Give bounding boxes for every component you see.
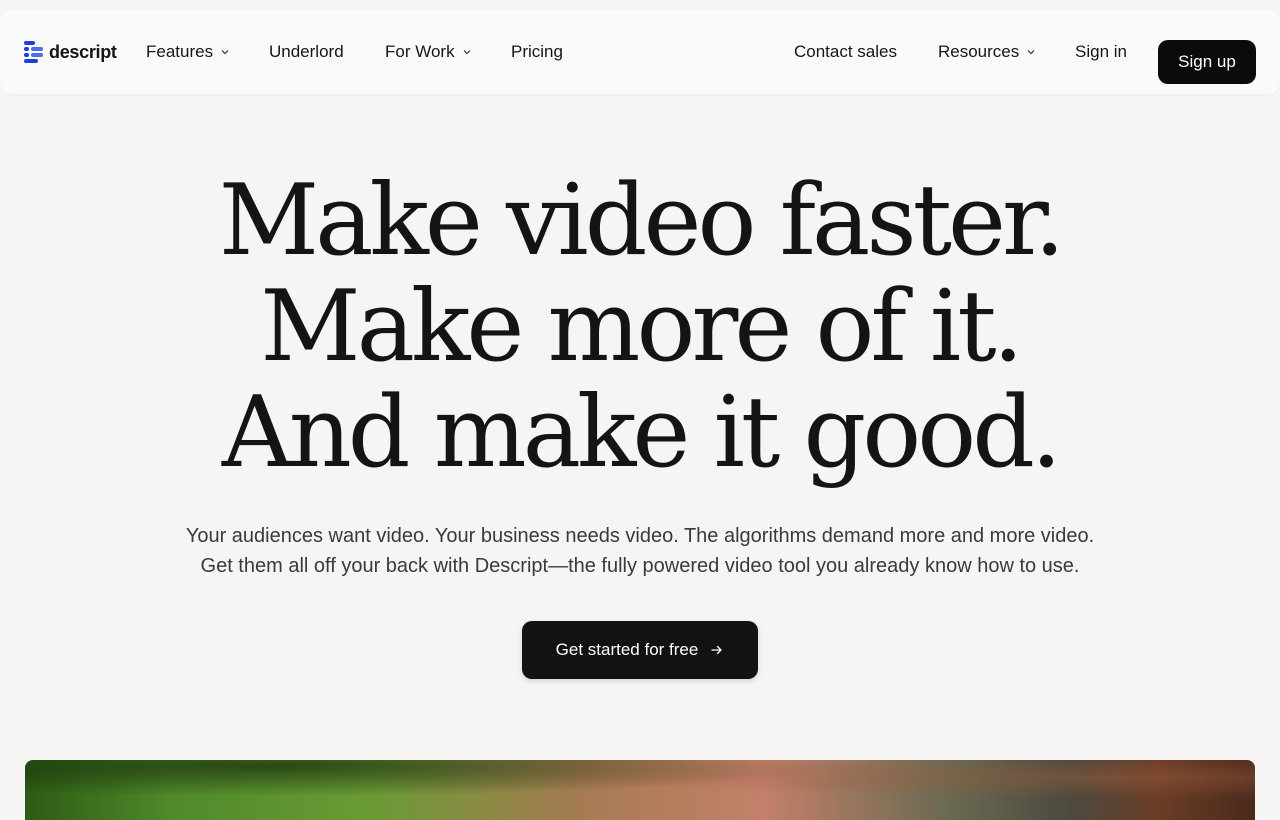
hero-subtitle: Your audiences want video. Your business… xyxy=(0,521,1280,581)
subtitle-line: Your audiences want video. Your business… xyxy=(185,525,1095,547)
subtitle-line: Get them all off your back with Descript… xyxy=(200,555,1080,577)
nav-underlord[interactable]: Underlord xyxy=(269,42,344,62)
top-navigation: descript Features Underlord For Work Pri… xyxy=(0,10,1280,94)
descript-logo-icon xyxy=(24,41,43,63)
descript-logo[interactable]: descript xyxy=(24,41,117,63)
get-started-label: Get started for free xyxy=(555,640,699,659)
brand-name: descript xyxy=(49,41,117,62)
sign-in-label: Sign in xyxy=(1075,42,1127,61)
sign-up-button[interactable]: Sign up xyxy=(1158,40,1256,84)
nav-resources-label: Resources xyxy=(938,42,1020,61)
sign-up-label: Sign up xyxy=(1178,52,1236,71)
nav-contact-sales-label: Contact sales xyxy=(794,42,897,61)
nav-underlord-label: Underlord xyxy=(269,42,344,61)
nav-features[interactable]: Features xyxy=(146,42,229,62)
nav-features-label: Features xyxy=(146,42,214,61)
arrow-right-icon xyxy=(711,645,722,655)
nav-resources[interactable]: Resources xyxy=(938,42,1035,62)
headline-line: And make it good. xyxy=(221,376,1062,490)
hero-headline: Make video faster. Make more of it. And … xyxy=(0,168,1280,486)
get-started-button[interactable]: Get started for free xyxy=(522,621,758,679)
headline-line: Make more of it. xyxy=(260,270,1024,384)
nav-for-work[interactable]: For Work xyxy=(385,42,471,62)
nav-pricing[interactable]: Pricing xyxy=(511,42,563,62)
chevron-down-icon xyxy=(221,50,229,55)
headline-line: Make video faster. xyxy=(218,164,1066,278)
chevron-down-icon xyxy=(1027,50,1035,55)
nav-for-work-label: For Work xyxy=(385,42,455,61)
nav-pricing-label: Pricing xyxy=(511,42,563,61)
nav-contact-sales[interactable]: Contact sales xyxy=(794,42,897,62)
hero-video-preview xyxy=(25,760,1255,820)
sign-in-link[interactable]: Sign in xyxy=(1075,42,1127,62)
chevron-down-icon xyxy=(463,50,471,55)
